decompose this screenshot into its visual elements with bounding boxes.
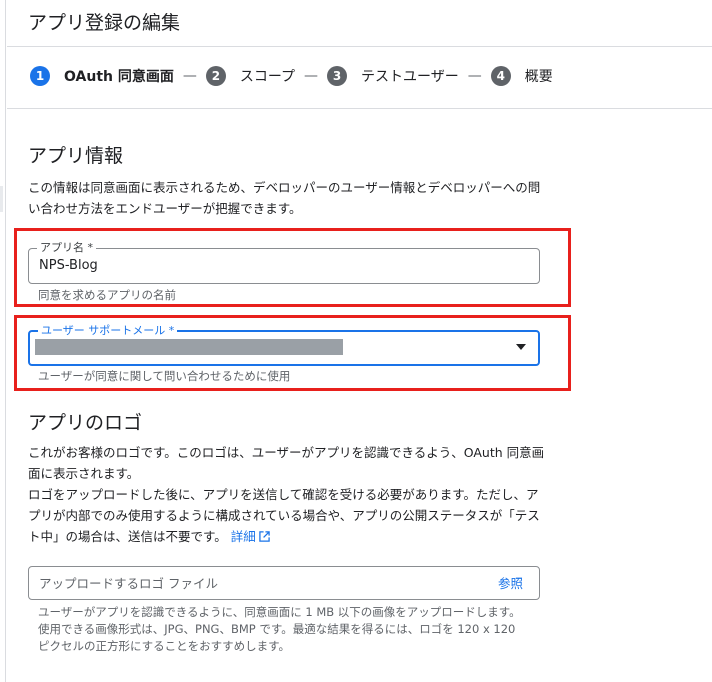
step-label: 概要 (524, 69, 553, 85)
details-link[interactable]: 詳細 (231, 529, 270, 544)
step-label: テストユーザー (361, 69, 459, 85)
support-email-hint: ユーザーが同意に関して問い合わせるために使用 (38, 369, 291, 383)
logo-para-1: これがお客様のロゴです。このロゴは、ユーザーがアプリを認識できるよう、OAuth… (28, 445, 545, 481)
app-name-value: NPS-Blog (39, 258, 98, 273)
step-label: OAuth 同意画面 (64, 69, 174, 85)
app-name-label: アプリ名 * (37, 241, 96, 254)
logo-para-2-text: ロゴをアップロードした後に、アプリを送信して確認を受ける必要があります。ただし、… (28, 487, 540, 544)
step-separator: — (467, 68, 482, 84)
left-sidebar-edge (0, 0, 6, 682)
app-name-hint: 同意を求めるアプリの名前 (38, 288, 176, 302)
step-separator: — (182, 68, 197, 84)
step-separator: — (304, 68, 319, 84)
step-test-users[interactable]: 3 テストユーザー (327, 66, 459, 86)
app-info-heading: アプリ情報 (28, 145, 124, 167)
support-email-select[interactable]: ユーザー サポートメール * (28, 324, 540, 366)
browse-button[interactable]: 参照 (498, 576, 523, 591)
details-link-label: 詳細 (230, 529, 256, 544)
dropdown-arrow-icon[interactable] (516, 344, 526, 350)
upload-placeholder: アップロードするロゴ ファイル (39, 576, 218, 591)
upload-hint: ユーザーがアプリを認識できるように、同意画面に 1 MB 以下の画像をアップロー… (38, 605, 521, 653)
step-scopes[interactable]: 2 スコープ (205, 66, 296, 86)
step-summary[interactable]: 4 概要 (490, 66, 553, 86)
header-divider (7, 46, 712, 47)
step-oauth-consent[interactable]: 1 OAuth 同意画面 (30, 66, 174, 86)
external-link-icon (259, 531, 270, 542)
step-number: 2 (205, 66, 226, 86)
logo-upload-field[interactable]: アップロードするロゴ ファイル 参照 (28, 566, 540, 600)
sidebar-marker (0, 186, 3, 212)
logo-para-2: ロゴをアップロードした後に、アプリを送信して確認を受ける必要があります。ただし、… (28, 484, 548, 547)
logo-heading: アプリのロゴ (28, 412, 143, 434)
logo-description: これがお客様のロゴです。このロゴは、ユーザーがアプリを認識できるよう、OAuth… (28, 442, 548, 547)
stepper-divider (7, 108, 712, 109)
redacted-email (35, 339, 343, 355)
app-name-field[interactable]: アプリ名 * NPS-Blog (28, 241, 540, 284)
step-number: 4 (490, 66, 511, 86)
support-email-label: ユーザー サポートメール * (38, 324, 178, 337)
step-number: 3 (327, 66, 348, 86)
step-label: スコープ (239, 69, 296, 85)
page-title: アプリ登録の編集 (28, 12, 181, 34)
step-number: 1 (30, 66, 50, 86)
stepper: 1 OAuth 同意画面 — 2 スコープ — 3 テストユーザー — 4 概要 (30, 64, 553, 88)
app-info-description: この情報は同意画面に表示されるため、デベロッパーのユーザー情報とデベロッパーへの… (28, 180, 541, 216)
